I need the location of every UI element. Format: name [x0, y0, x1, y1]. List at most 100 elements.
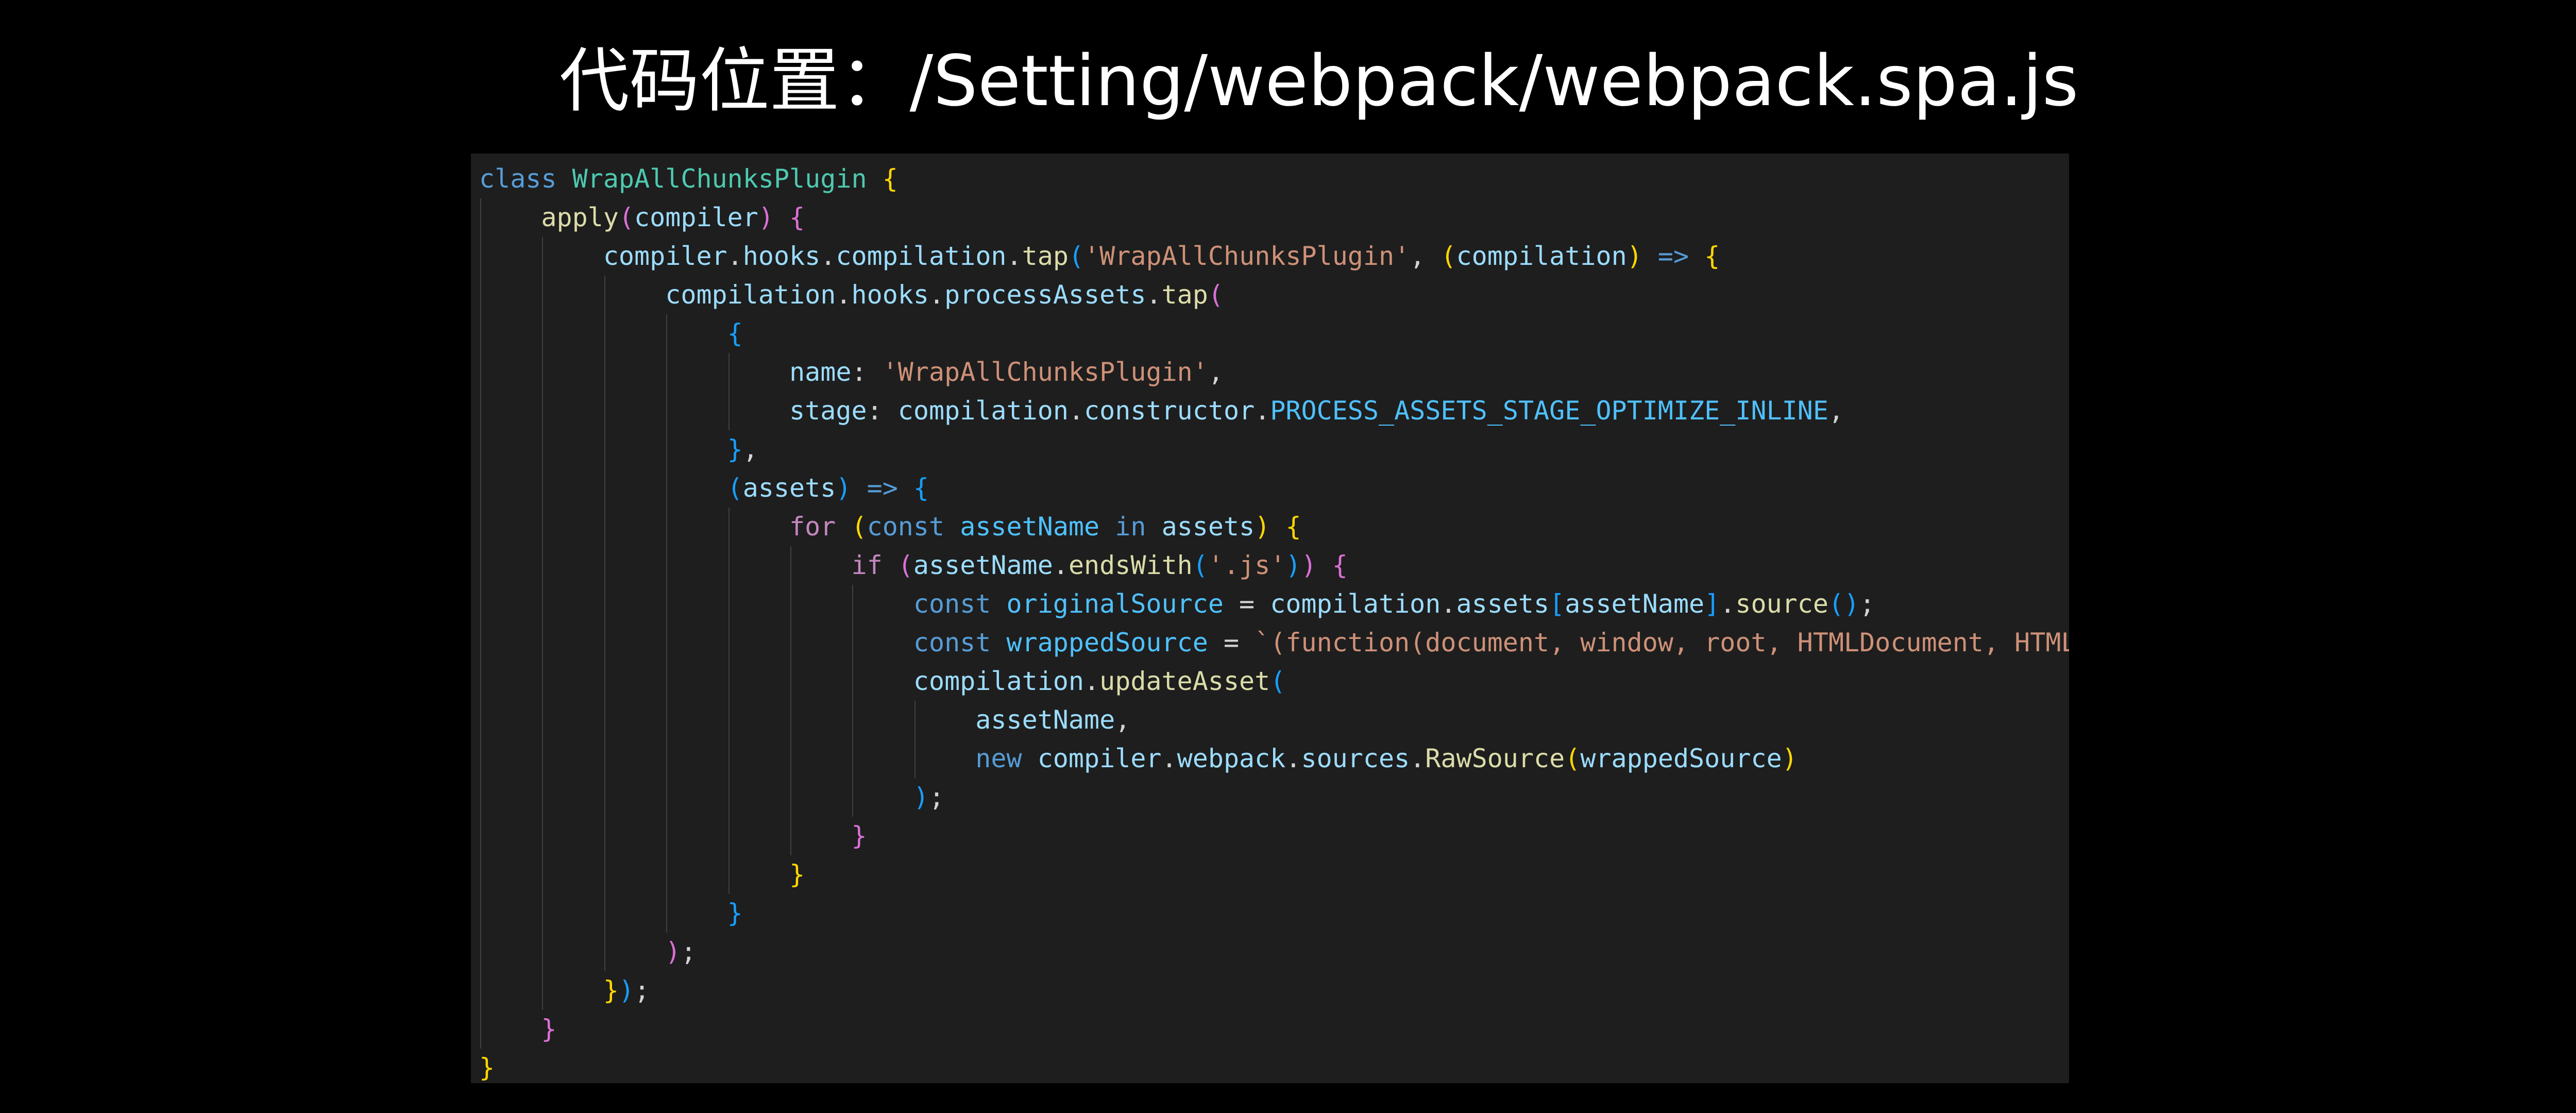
code-token: updateAsset [1099, 666, 1270, 696]
code-editor-panel[interactable]: class WrapAllChunksPlugin { apply(compil… [471, 154, 2069, 1083]
code-token: webpack [1177, 744, 1286, 773]
code-line: compilation.hooks.processAssets.tap( [479, 276, 2069, 314]
code-token: ( [1440, 241, 1456, 271]
code-token: 'WrapAllChunksPlugin' [1084, 241, 1410, 271]
code-token: compiler [1037, 744, 1162, 773]
code-token: source [1735, 589, 1829, 619]
code-token: wrappedSource [1006, 628, 1208, 657]
code-token: hooks [851, 280, 929, 310]
code-token: , [1208, 357, 1224, 387]
code-line: { [479, 314, 2069, 353]
code-token: compiler [634, 203, 758, 232]
code-token: if [851, 550, 883, 580]
code-token: ] [1704, 589, 1720, 619]
code-token: ) [913, 782, 929, 812]
code-token: assetName [913, 550, 1053, 580]
code-line: }, [479, 430, 2069, 469]
code-token: } [789, 859, 805, 889]
code-token: . [1720, 589, 1736, 619]
code-token: hooks [742, 241, 821, 271]
code-line: new compiler.webpack.sources.RawSource(w… [479, 739, 2069, 778]
code-token: PROCESS_ASSETS_STAGE_OPTIMIZE_INLINE [1270, 396, 1828, 426]
code-token: [ [1549, 589, 1565, 619]
code-token: . [1255, 396, 1270, 426]
code-token: } [727, 434, 743, 464]
code-token: ) [618, 975, 635, 1005]
code-token: ) [1301, 550, 1317, 580]
code-line: (assets) => { [479, 469, 2069, 508]
code-token: ( [897, 550, 913, 580]
code-token: 'WrapAllChunksPlugin' [882, 357, 1208, 387]
code-token: assets [1456, 589, 1550, 619]
code-line: const wrappedSource = `(function(documen… [479, 623, 2069, 662]
code-token: originalSource [1006, 589, 1224, 619]
code-token: , [742, 434, 758, 464]
code-token: => [1657, 241, 1689, 271]
code-token: wrappedSource [1580, 744, 1782, 773]
code-line: assetName, [479, 701, 2069, 739]
code-token: ; [1859, 589, 1875, 619]
code-token: ) [665, 937, 681, 967]
code-token: ( [851, 512, 867, 542]
code-token: : [851, 357, 883, 387]
code-token: = [1208, 628, 1255, 657]
code-token: new [975, 744, 1022, 773]
code-block[interactable]: class WrapAllChunksPlugin { apply(compil… [479, 160, 2069, 1083]
code-line: compiler.hooks.compilation.tap('WrapAllC… [479, 237, 2069, 276]
code-token: } [479, 1053, 495, 1083]
code-token: constructor [1084, 396, 1255, 426]
code-token: ; [681, 937, 697, 967]
code-token: , [1410, 241, 1441, 271]
code-token: ) [836, 473, 852, 503]
code-line: } [479, 894, 2069, 933]
code-token: } [603, 975, 619, 1005]
code-token: . [836, 280, 852, 310]
code-line: for (const assetName in assets) { [479, 508, 2069, 546]
code-token: for [789, 512, 836, 542]
code-token: assets [1161, 512, 1255, 542]
code-token: } [541, 1014, 557, 1044]
code-token: ( [727, 473, 743, 503]
code-token: compilation [897, 396, 1069, 426]
code-token: ( [1208, 280, 1224, 310]
code-token: . [1084, 666, 1100, 696]
code-token: ( [1270, 666, 1286, 696]
code-line: const originalSource = compilation.asset… [479, 585, 2069, 623]
slide: 代码位置：/Setting/webpack/webpack.spa.js cla… [0, 0, 2576, 1113]
code-token: = [1223, 589, 1270, 619]
code-line: } [479, 1049, 2069, 1083]
code-token: . [727, 241, 743, 271]
code-token: sources [1301, 744, 1410, 773]
code-token: compilation [1456, 241, 1627, 271]
code-line: ); [479, 933, 2069, 971]
code-token: '.js' [1208, 550, 1286, 580]
code-token: const [913, 628, 991, 657]
code-token: assets [742, 473, 836, 503]
code-token: { [882, 164, 898, 194]
code-token: compilation [836, 241, 1007, 271]
code-token: apply [541, 203, 619, 232]
code-line: stage: compilation.constructor.PROCESS_A… [479, 392, 2069, 430]
code-line: ); [479, 778, 2069, 817]
code-line: } [479, 1010, 2069, 1049]
